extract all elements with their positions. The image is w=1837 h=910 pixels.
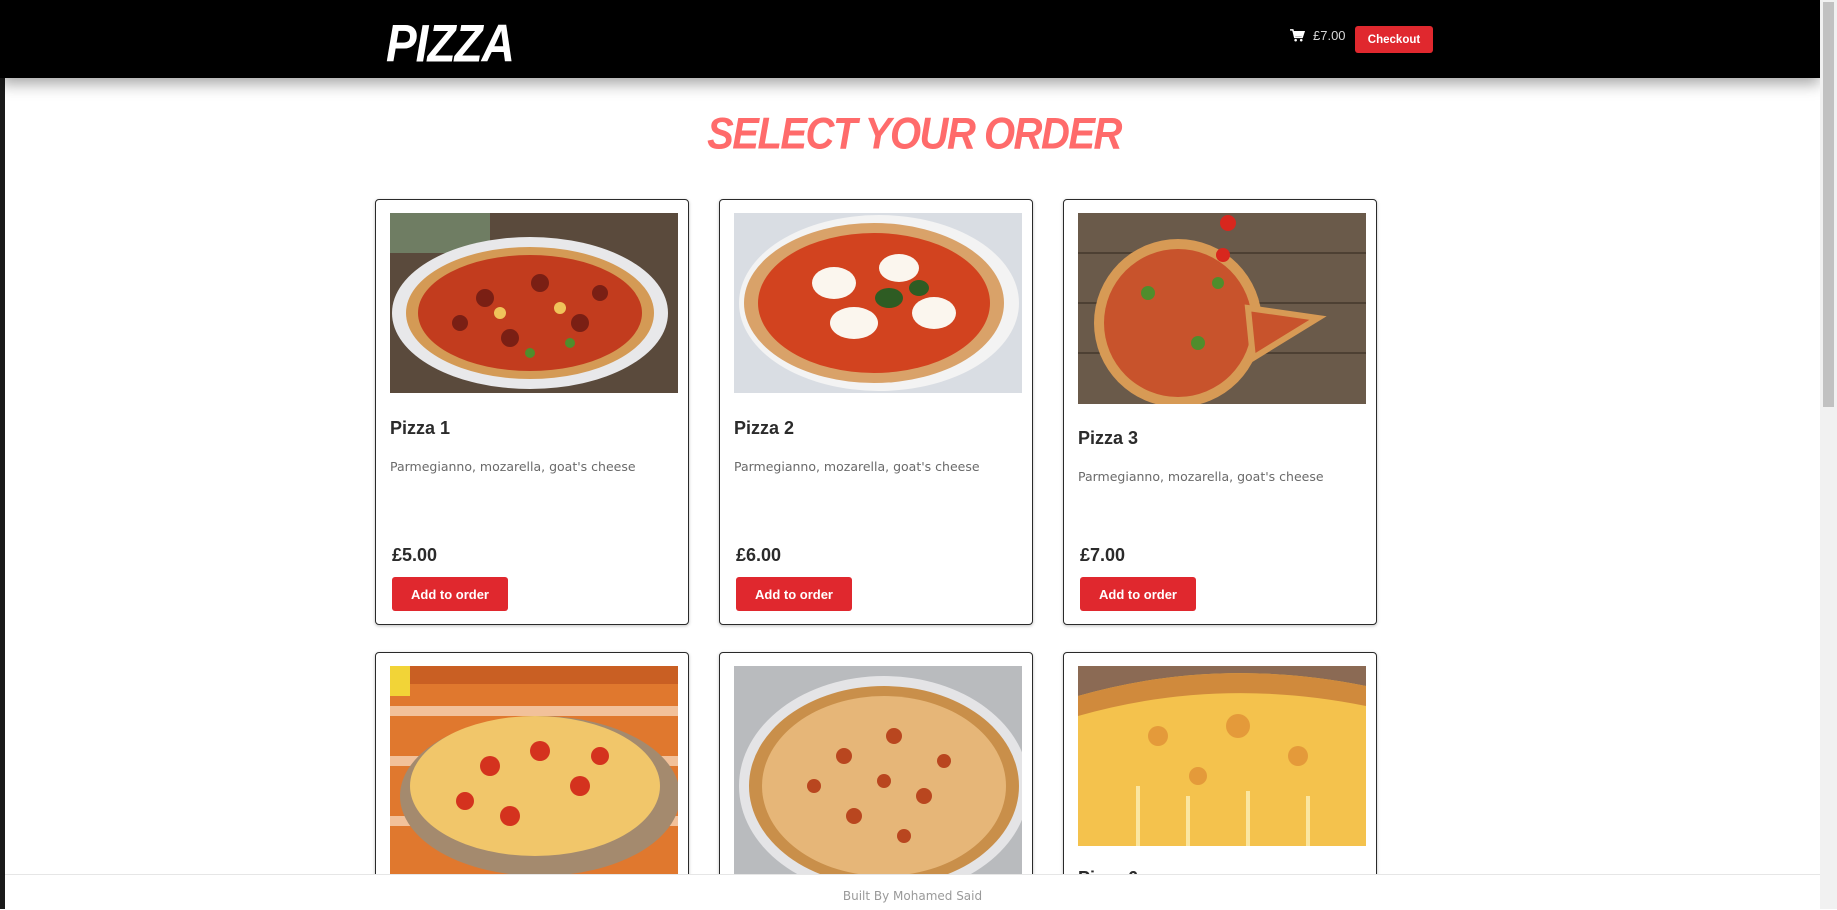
product-card <box>719 652 1033 892</box>
product-price: £6.00 <box>736 545 782 565</box>
product-description: Parmegianno, mozarella, goat's cheese <box>390 459 636 474</box>
top-navbar: PIZZA £7.00 Checkout <box>0 0 1820 78</box>
cart-total: £7.00 <box>1313 28 1346 43</box>
product-name: Pizza 2 <box>734 418 795 438</box>
cart-summary[interactable]: £7.00 <box>1290 28 1346 43</box>
footer-credit: Built By Mohamed Said <box>842 889 983 903</box>
product-card: Pizza 1 Parmegianno, mozarella, goat's c… <box>375 199 689 625</box>
pizza-image <box>390 213 678 393</box>
scrollbar-thumb[interactable] <box>1823 2 1834 407</box>
product-name: Pizza 1 <box>390 418 451 438</box>
shopping-cart-icon[interactable] <box>1290 29 1305 42</box>
product-card <box>375 652 689 892</box>
product-card: Pizza 6 <box>1063 652 1377 892</box>
pizza-image <box>1078 213 1366 404</box>
add-to-order-button[interactable]: Add to order <box>392 577 508 611</box>
product-name: Pizza 3 <box>1078 428 1139 448</box>
pizza-image <box>734 666 1022 886</box>
footer: Built By Mohamed Said <box>5 874 1820 910</box>
product-description: Parmegianno, mozarella, goat's cheese <box>1078 469 1324 484</box>
add-to-order-button[interactable]: Add to order <box>1080 577 1196 611</box>
pizza-image <box>390 666 678 886</box>
pizza-image <box>734 213 1022 393</box>
product-price: £5.00 <box>392 545 438 565</box>
product-card: Pizza 2 Parmegianno, mozarella, goat's c… <box>719 199 1033 625</box>
checkout-button[interactable]: Checkout <box>1355 26 1433 53</box>
product-card: Pizza 3 Parmegianno, mozarella, goat's c… <box>1063 199 1377 625</box>
add-to-order-button[interactable]: Add to order <box>736 577 852 611</box>
product-price: £7.00 <box>1080 545 1126 565</box>
product-description: Parmegianno, mozarella, goat's cheese <box>734 459 980 474</box>
pizza-image <box>1078 666 1366 846</box>
page-title: SELECT YOUR ORDER <box>707 109 1122 159</box>
logo[interactable]: PIZZA <box>386 12 515 74</box>
vertical-scrollbar[interactable] <box>1820 0 1837 909</box>
